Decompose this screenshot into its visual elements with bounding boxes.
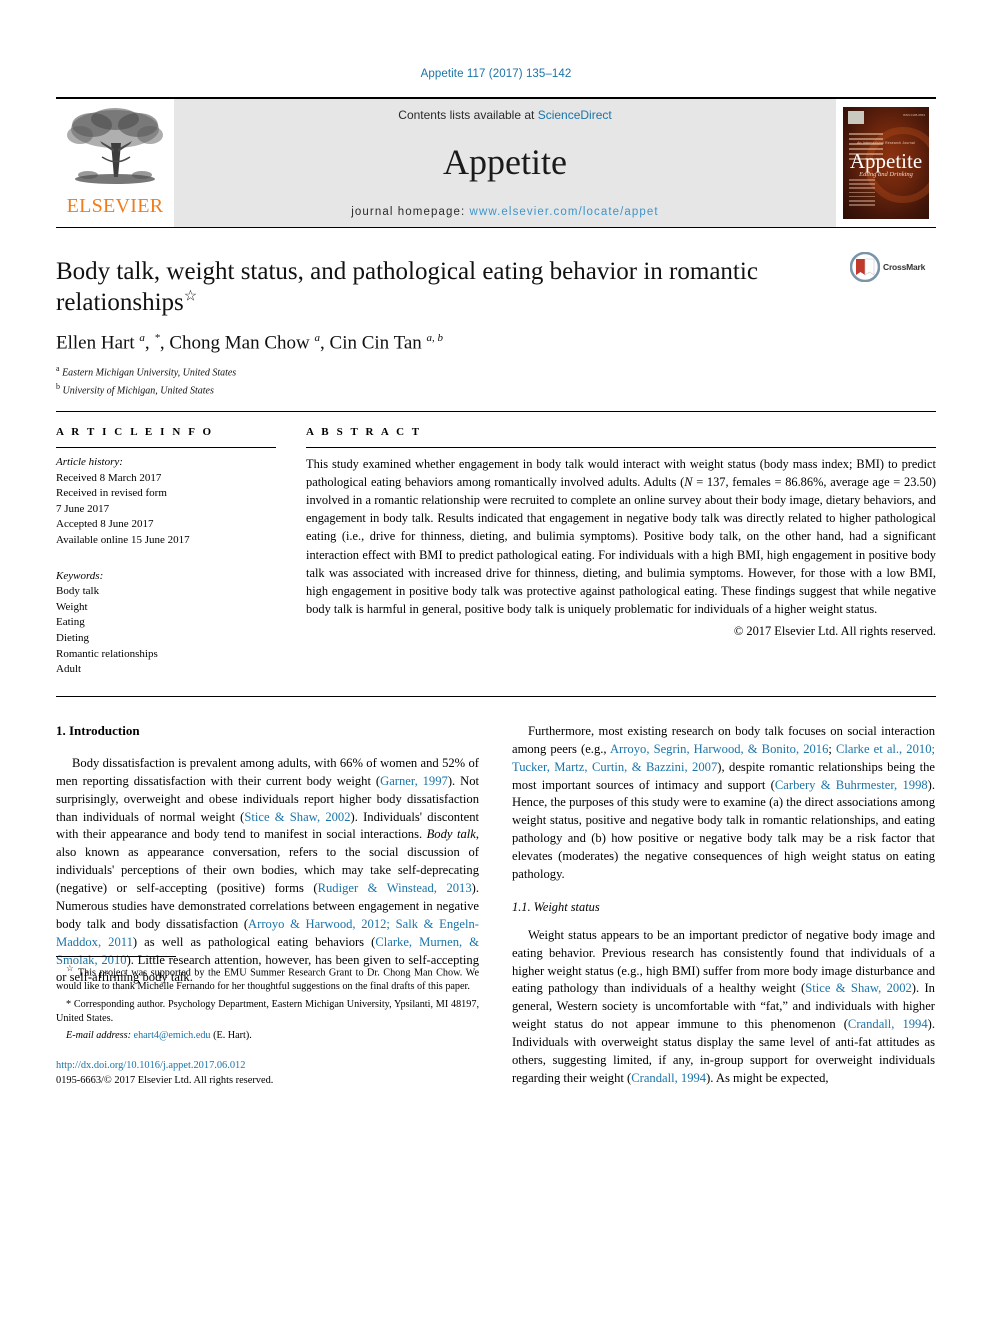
keyword-item: Dieting <box>56 632 89 645</box>
affiliation-a: a Eastern Michigan University, United St… <box>56 363 936 381</box>
journal-masthead: ELSEVIER Contents lists available at Sci… <box>56 97 936 228</box>
intro-paragraph-continued: Furthermore, most existing research on b… <box>512 723 936 881</box>
footnote-corresponding-author: * Corresponding author. Psychology Depar… <box>56 998 479 1024</box>
keywords-label: Keywords: <box>56 569 104 582</box>
crossmark-badge[interactable]: CrossMark <box>850 252 936 282</box>
email-label: E-mail address: <box>66 1030 131 1042</box>
keyword-item: Romantic relationships <box>56 647 158 660</box>
homepage-url-link[interactable]: www.elsevier.com/locate/appet <box>470 206 659 218</box>
affiliation-b-text: University of Michigan, United States <box>62 385 214 397</box>
section-heading-introduction: 1. Introduction <box>56 722 140 738</box>
left-column: 1. Introduction Body dissatisfaction is … <box>56 723 479 1088</box>
elsevier-tree-icon <box>67 108 163 184</box>
affiliation-a-text: Eastern Michigan University, United Stat… <box>62 367 237 379</box>
contents-prefix: Contents lists available at <box>398 108 538 122</box>
abstract-text: This study examined whether engagement i… <box>306 456 937 616</box>
subsection-heading-weight-status: 1.1. Weight status <box>512 899 600 914</box>
cover-issn-code: ISSN 0195-6663 <box>902 113 925 117</box>
abstract-rule <box>306 446 936 448</box>
affiliation-b: b University of Michigan, United States <box>56 381 936 399</box>
crossmark-label: CrossMark <box>883 262 926 272</box>
abstract-column: A B S T R A C T This study examined whet… <box>306 426 936 678</box>
body-columns: 1. Introduction Body dissatisfaction is … <box>56 697 936 1088</box>
journal-cover-thumbnail: ISSN 0195-6663 An International Research… <box>836 99 936 227</box>
issn-copyright-line: 0195-6663/© 2017 Elsevier Ltd. All right… <box>56 1074 274 1086</box>
article-first-page: Appetite 117 (2017) 135–142 ELSEVIER Con… <box>0 0 992 1323</box>
page-title: Body talk, weight status, and pathologic… <box>56 256 816 318</box>
sciencedirect-link[interactable]: ScienceDirect <box>538 108 612 122</box>
article-history-block: Article history: Received 8 March 2017 R… <box>56 455 276 549</box>
journal-homepage-line: journal homepage: www.elsevier.com/locat… <box>351 206 658 218</box>
keywords-block: Keywords: Body talk Weight Eating Dietin… <box>56 569 276 678</box>
contents-available-line: Contents lists available at ScienceDirec… <box>398 108 611 122</box>
cover-kicker: An International Research Journal <box>857 141 915 145</box>
elsevier-wordmark: ELSEVIER <box>66 195 164 217</box>
keyword-item: Weight <box>56 600 88 613</box>
cover-footer-lines <box>849 179 875 208</box>
article-info-heading: A R T I C L E I N F O <box>56 425 214 438</box>
email-owner: (E. Hart). <box>213 1030 252 1042</box>
article-info-column: A R T I C L E I N F O Article history: R… <box>56 426 306 678</box>
masthead-center: Contents lists available at ScienceDirec… <box>174 99 836 227</box>
cover-elsevier-logo-icon <box>848 111 864 124</box>
journal-cover-image: ISSN 0195-6663 An International Research… <box>843 107 929 219</box>
email-link[interactable]: ehart4@emich.edu <box>134 1030 211 1041</box>
elsevier-logo: ELSEVIER <box>56 99 174 227</box>
cover-subtitle: Eating and Drinking <box>859 171 913 178</box>
history-received: Received 8 March 2017 <box>56 471 162 484</box>
doi-block: http://dx.doi.org/10.1016/j.appet.2017.0… <box>56 1058 479 1088</box>
author-list: Ellen Hart a, *, Chong Man Chow a, Cin C… <box>56 332 444 354</box>
history-accepted: Accepted 8 June 2017 <box>56 518 154 531</box>
affiliation-a-marker: a <box>56 364 60 374</box>
weight-status-paragraph: Weight status appears to be an important… <box>512 927 935 1085</box>
info-abstract-section: A R T I C L E I N F O Article history: R… <box>56 412 936 697</box>
doi-link[interactable]: http://dx.doi.org/10.1016/j.appet.2017.0… <box>56 1058 479 1073</box>
footnotes-block: ☆ This project was supported by the EMU … <box>56 955 479 1088</box>
homepage-label: journal homepage: <box>351 206 470 218</box>
footnote-rule <box>56 955 176 957</box>
journal-title: Appetite <box>443 142 567 182</box>
footnote-email: E-mail address: ehart4@emich.edu (E. Har… <box>56 1029 479 1043</box>
keyword-item: Eating <box>56 616 85 629</box>
crossmark-icon <box>850 252 880 282</box>
title-block: Body talk, weight status, and pathologic… <box>56 228 936 412</box>
keyword-item: Adult <box>56 663 82 676</box>
title-footnote-marker: ☆ <box>183 288 198 305</box>
abstract-copyright: © 2017 Elsevier Ltd. All rights reserved… <box>733 623 936 638</box>
intro-paragraph: Body dissatisfaction is prevalent among … <box>56 755 479 985</box>
affiliation-b-marker: b <box>56 382 60 392</box>
abstract-heading: A B S T R A C T <box>306 425 422 438</box>
keyword-item: Body talk <box>56 585 100 598</box>
cover-title: Appetite <box>849 149 923 173</box>
running-head: Appetite 117 (2017) 135–142 <box>420 68 572 80</box>
history-revised-date: 7 June 2017 <box>56 502 110 515</box>
history-revised: Received in revised form <box>56 487 167 500</box>
article-title-text: Body talk, weight status, and pathologic… <box>56 258 758 316</box>
article-info-rule <box>56 446 276 448</box>
footnote-funding: ☆ This project was supported by the EMU … <box>56 962 479 993</box>
history-online: Available online 15 June 2017 <box>56 534 190 547</box>
article-history-label: Article history: <box>56 455 123 468</box>
right-column: Furthermore, most existing research on b… <box>512 723 935 1088</box>
